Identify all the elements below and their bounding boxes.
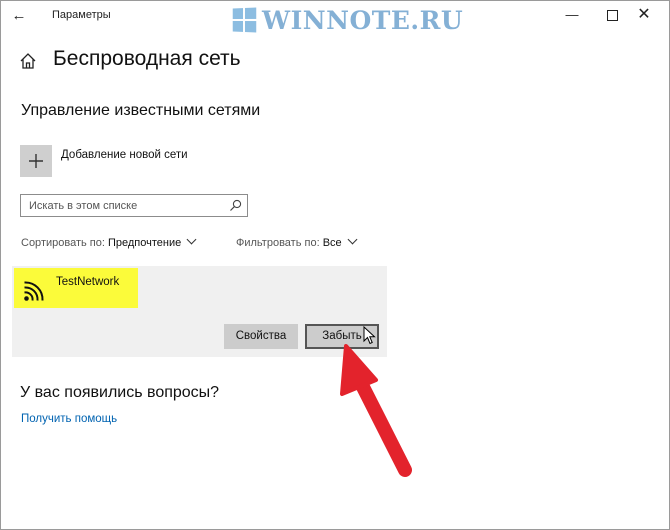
sort-label: Сортировать по: xyxy=(21,237,105,249)
title-bar: ← Параметры WINNOTE.RU — ✕ xyxy=(0,0,670,35)
filter-dropdown[interactable]: Фильтровать по: Все xyxy=(236,234,358,249)
windows-logo-icon xyxy=(232,7,257,33)
chevron-down-icon xyxy=(347,234,358,245)
back-arrow-icon[interactable]: ← xyxy=(8,6,30,26)
get-help-link[interactable]: Получить помощь xyxy=(21,413,117,425)
close-button[interactable]: ✕ xyxy=(624,3,664,27)
section-title: Управление известными сетями xyxy=(21,102,261,119)
filter-label: Фильтровать по: xyxy=(236,237,320,249)
sort-dropdown[interactable]: Сортировать по: Предпочтение xyxy=(21,234,197,249)
chevron-down-icon xyxy=(186,234,197,245)
home-icon[interactable] xyxy=(19,52,37,70)
filter-value: Все xyxy=(322,237,342,249)
plus-icon xyxy=(29,154,43,168)
annotation-arrow xyxy=(340,344,412,477)
watermark-text: WINNOTE.RU xyxy=(262,5,464,35)
page-title: Беспроводная сеть xyxy=(53,47,241,70)
search-input[interactable] xyxy=(29,198,219,213)
properties-button[interactable]: Свойства xyxy=(224,324,298,349)
wifi-icon xyxy=(24,281,44,301)
sort-value: Предпочтение xyxy=(107,237,182,249)
app-title: Параметры xyxy=(52,9,111,21)
help-title: У вас появились вопросы? xyxy=(20,384,220,401)
search-box xyxy=(20,194,248,217)
maximize-icon xyxy=(606,10,618,22)
network-name: TestNetwork xyxy=(56,276,120,288)
search-icon[interactable] xyxy=(229,199,242,212)
minimize-button[interactable]: — xyxy=(552,3,592,27)
add-network-button[interactable] xyxy=(20,145,52,177)
add-network-label[interactable]: Добавление новой сети xyxy=(61,149,188,161)
watermark: WINNOTE.RU xyxy=(232,5,464,35)
